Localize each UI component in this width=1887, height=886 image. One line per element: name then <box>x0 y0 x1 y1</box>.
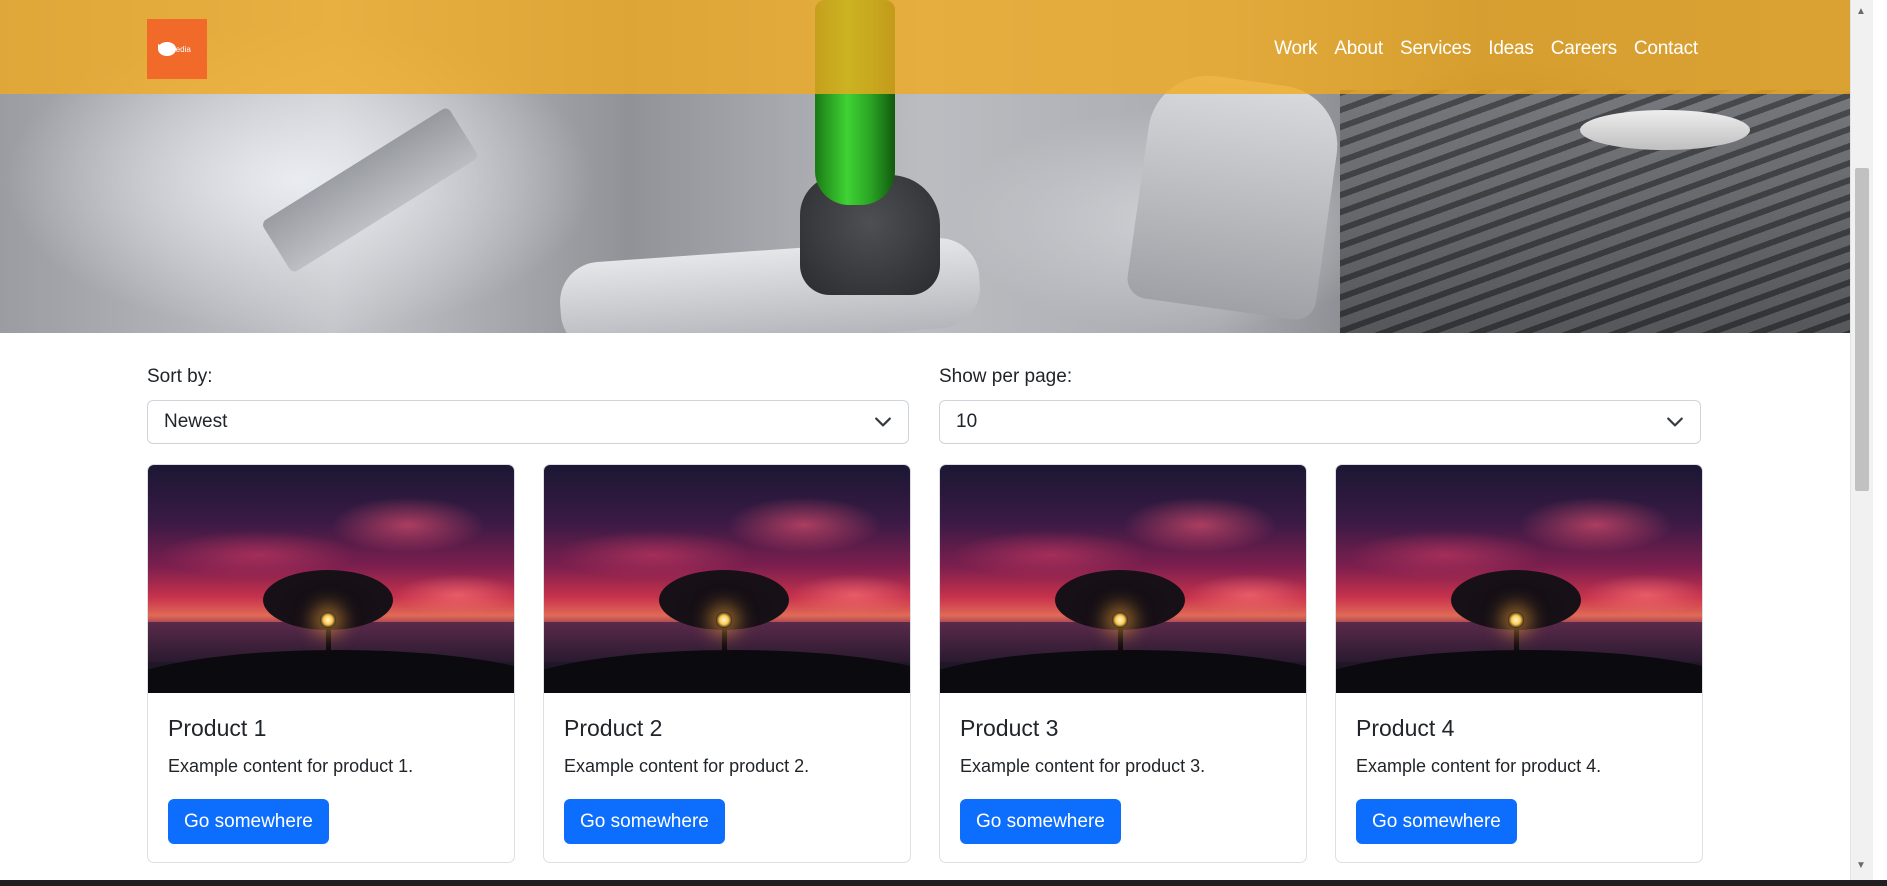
brand-logo-icon: media <box>158 42 191 56</box>
nav-link-ideas[interactable]: Ideas <box>1488 37 1534 61</box>
scrollbar-thumb[interactable] <box>1855 168 1869 491</box>
product-image <box>544 465 910 693</box>
product-title: Product 2 <box>564 715 663 741</box>
nav-link-services[interactable]: Services <box>1400 37 1471 61</box>
hero-image-dish <box>1580 110 1750 150</box>
per-page-select[interactable]: 10 <box>939 400 1701 444</box>
product-description: Example content for product 4. <box>1356 756 1602 776</box>
nav-link-contact[interactable]: Contact <box>1634 37 1698 61</box>
sort-select-value: Newest <box>164 411 228 432</box>
scroll-up-arrow-icon[interactable]: ▲ <box>1856 6 1866 18</box>
product-image <box>1336 465 1702 693</box>
product-description: Example content for product 2. <box>564 756 810 776</box>
product-title: Product 3 <box>960 715 1059 741</box>
product-card: Product 2 Example content for product 2.… <box>543 464 911 863</box>
sort-label: Sort by: <box>147 366 213 387</box>
image-sun <box>1112 612 1128 628</box>
go-somewhere-button[interactable]: Go somewhere <box>1356 799 1517 844</box>
navbar: media Work About Services Ideas Careers … <box>0 0 1850 94</box>
chevron-down-icon <box>1667 417 1683 427</box>
product-title: Product 4 <box>1356 715 1455 741</box>
go-somewhere-button[interactable]: Go somewhere <box>168 799 329 844</box>
main-nav: Work About Services Ideas Careers Contac… <box>1257 37 1698 61</box>
per-page-label: Show per page: <box>939 366 1073 387</box>
image-sun <box>716 612 732 628</box>
product-image <box>940 465 1306 693</box>
go-somewhere-button[interactable]: Go somewhere <box>960 799 1121 844</box>
hero-image-strap <box>260 106 480 274</box>
product-card: Product 4 Example content for product 4.… <box>1335 464 1703 863</box>
brand-logo[interactable]: media <box>147 19 207 79</box>
nav-link-careers[interactable]: Careers <box>1551 37 1617 61</box>
product-image <box>148 465 514 693</box>
product-description: Example content for product 3. <box>960 756 1206 776</box>
per-page-select-value: 10 <box>956 411 978 432</box>
nav-link-work[interactable]: Work <box>1274 37 1317 61</box>
product-description: Example content for product 1. <box>168 756 414 776</box>
product-card: Product 1 Example content for product 1.… <box>147 464 515 863</box>
sort-select[interactable]: Newest <box>147 400 909 444</box>
taskbar-edge <box>0 880 1887 886</box>
window-edge <box>1872 0 1887 880</box>
product-title: Product 1 <box>168 715 267 741</box>
svg-text:media: media <box>169 45 191 54</box>
image-sun <box>1508 612 1524 628</box>
hero-image-boot <box>1124 67 1346 323</box>
product-card: Product 3 Example content for product 3.… <box>939 464 1307 863</box>
vertical-scrollbar[interactable]: ▲ ▼ <box>1850 0 1873 880</box>
image-sun <box>320 612 336 628</box>
nav-link-about[interactable]: About <box>1334 37 1383 61</box>
go-somewhere-button[interactable]: Go somewhere <box>564 799 725 844</box>
chevron-down-icon <box>875 417 891 427</box>
scroll-down-arrow-icon[interactable]: ▼ <box>1856 860 1866 872</box>
